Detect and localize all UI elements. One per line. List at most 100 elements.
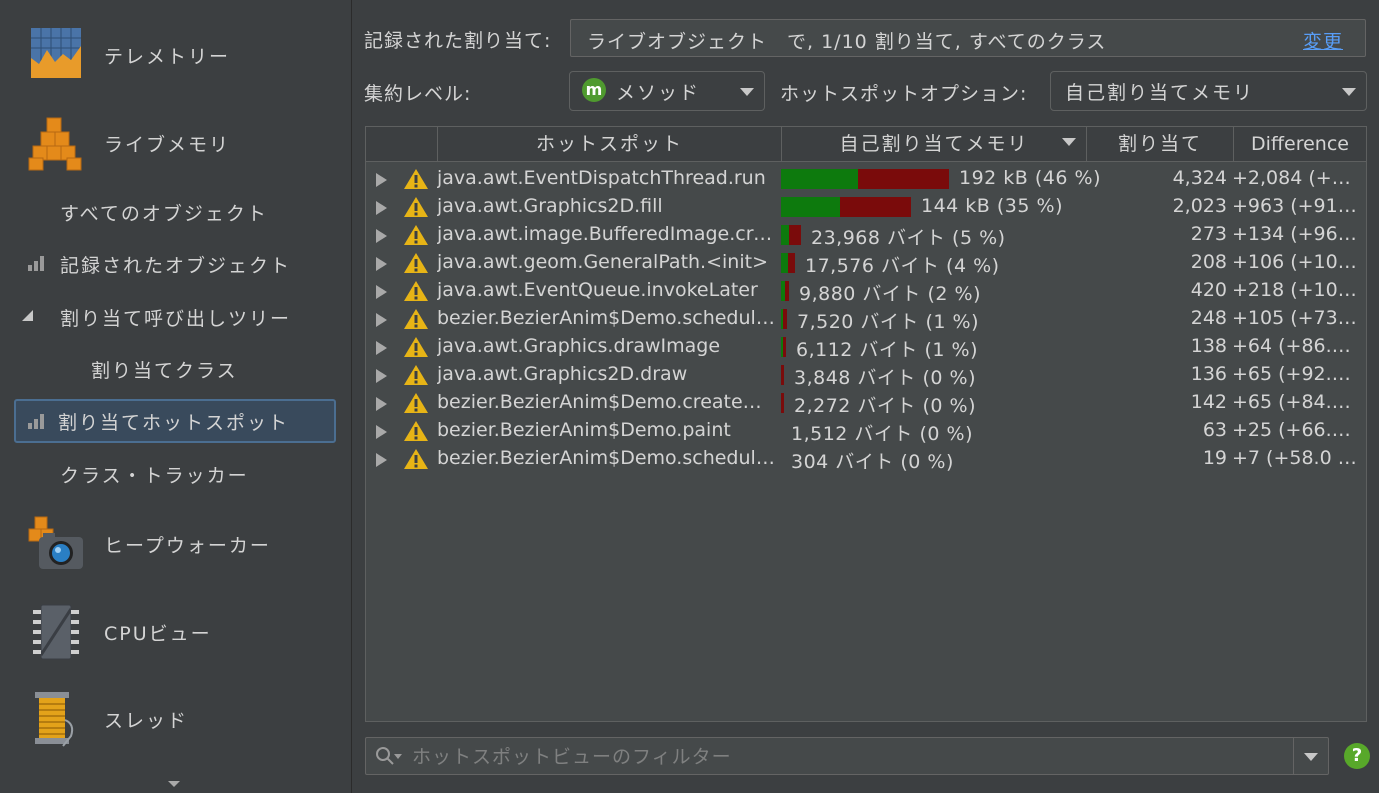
hotspot-name: bezier.BezierAnim$Demo.paint: [437, 419, 731, 441]
nav-recorded-objects-label: 記録されたオブジェクト: [60, 254, 292, 277]
expand-triangle-icon[interactable]: [376, 341, 387, 355]
nav-class-tracker[interactable]: クラス・トラッカー: [14, 452, 336, 496]
change-link[interactable]: 変更: [1303, 27, 1343, 54]
nav-all-objects-label: すべてのオブジェクト: [60, 202, 268, 225]
aggregation-label: 集約レベル:: [364, 83, 472, 105]
hotspot-name: java.awt.EventQueue.invokeLater: [437, 279, 758, 301]
nav-alloc-classes[interactable]: 割り当てクラス: [14, 347, 336, 391]
table-row[interactable]: java.awt.Graphics2D.fill 144 kB (35 %) 2,0…: [366, 193, 1366, 221]
table-row[interactable]: java.awt.image.BufferedImage.createGraph…: [366, 221, 1366, 249]
hotspot-name: java.awt.image.BufferedImage.createGraph…: [437, 223, 775, 245]
search-icon[interactable]: [375, 746, 403, 766]
nav-telemetry[interactable]: テレメトリー: [0, 26, 351, 84]
nav-threads[interactable]: スレッド: [0, 690, 351, 748]
filter-input[interactable]: [410, 742, 1284, 772]
nav-alloc-hotspots[interactable]: 割り当てホットスポット: [14, 399, 336, 443]
warning-icon: [404, 337, 428, 357]
live-memory-icon: [28, 117, 82, 171]
table-row[interactable]: bezier.BezierAnim$Demo.scheduleAnimation…: [366, 445, 1366, 473]
chevron-down-icon: [1304, 753, 1318, 761]
difference-value: +134 (+96.0 %): [1232, 223, 1362, 245]
memory-bar: [781, 309, 787, 329]
hotspot-name: java.awt.Graphics.drawImage: [437, 335, 721, 357]
sidebar-scroll-down-icon[interactable]: [168, 781, 180, 787]
difference-value: +106 (+104.0 %): [1232, 251, 1362, 273]
nav-cpu-views-label: CPUビュー: [104, 622, 212, 645]
help-icon[interactable]: ?: [1344, 743, 1370, 769]
column-header-self-alloc-memory-label: 自己割り当てメモリ: [839, 133, 1029, 155]
difference-value: +25 (+66.0 %): [1232, 419, 1362, 441]
self-alloc-memory-value: 9,880 バイト (2 %): [799, 283, 981, 305]
column-header-hotspot[interactable]: ホットスポット: [437, 127, 781, 161]
aggregation-level-value: メソッド: [616, 82, 701, 104]
expand-triangle-icon[interactable]: [376, 369, 387, 383]
column-header-allocations[interactable]: 割り当て: [1086, 127, 1233, 161]
memory-bar: [781, 393, 784, 413]
memory-bar-red: [783, 337, 786, 357]
expand-triangle-icon[interactable]: [376, 397, 387, 411]
memory-bar-green: [781, 169, 858, 189]
expanded-triangle-icon[interactable]: [20, 308, 34, 322]
nav-all-objects[interactable]: すべてのオブジェクト: [14, 190, 336, 234]
warning-icon: [404, 393, 428, 413]
hotspot-name: java.awt.EventDispatchThread.run: [437, 167, 766, 189]
table-row[interactable]: java.awt.Graphics.drawImage 6,112 バイト (1 …: [366, 333, 1366, 361]
warning-icon: [404, 365, 428, 385]
hotspot-name: java.awt.Graphics2D.fill: [437, 195, 663, 217]
self-alloc-memory-value: 304 バイト (0 %): [791, 451, 954, 473]
hotspot-name: bezier.BezierAnim$Demo.createGraphics2D: [437, 391, 775, 413]
nav-heap-walker[interactable]: ヒープウォーカー: [0, 515, 351, 573]
nav-live-memory[interactable]: ライブメモリ: [0, 114, 351, 172]
self-alloc-memory-value: 2,272 バイト (0 %): [794, 395, 976, 417]
table-row[interactable]: java.awt.EventQueue.invokeLater 9,880 バイト…: [366, 277, 1366, 305]
warning-icon: [404, 421, 428, 441]
self-alloc-memory-value: 144 kB (35 %): [921, 195, 1063, 217]
expand-triangle-icon[interactable]: [376, 453, 387, 467]
thread-spool-icon: [35, 692, 74, 747]
column-header-self-alloc-memory[interactable]: 自己割り当てメモリ: [781, 127, 1086, 161]
hotspot-option-value: 自己割り当てメモリ: [1065, 82, 1255, 104]
filter-field: [365, 737, 1329, 775]
self-alloc-memory-value: 1,512 バイト (0 %): [791, 423, 973, 445]
nav-recorded-objects[interactable]: 記録されたオブジェクト: [14, 242, 336, 286]
hotspot-name: bezier.BezierAnim$Demo.scheduleAnimation: [437, 447, 775, 469]
self-alloc-memory-value: 3,848 バイト (0 %): [794, 367, 976, 389]
table-row[interactable]: java.awt.EventDispatchThread.run 192 kB (…: [366, 165, 1366, 193]
allocations-value: 136: [1190, 363, 1227, 385]
chevron-down-icon: [740, 88, 754, 96]
allocations-value: 63: [1202, 419, 1227, 441]
table-row[interactable]: bezier.BezierAnim$Demo.paint 1,512 バイト (0…: [366, 417, 1366, 445]
expand-triangle-icon[interactable]: [376, 425, 387, 439]
hotspots-table: ホットスポット 自己割り当てメモリ 割り当て Difference java.a…: [365, 126, 1367, 722]
table-row[interactable]: bezier.BezierAnim$Demo.scheduleRepaint 7,…: [366, 305, 1366, 333]
self-alloc-memory-value: 7,520 バイト (1 %): [797, 311, 979, 333]
expand-triangle-icon[interactable]: [376, 201, 387, 215]
difference-value: +64 (+86.0 %): [1232, 335, 1362, 357]
table-row[interactable]: java.awt.Graphics2D.draw 3,848 バイト (0 %) 1…: [366, 361, 1366, 389]
allocations-value: 142: [1190, 391, 1227, 413]
hotspot-name: java.awt.Graphics2D.draw: [437, 363, 688, 385]
warning-icon: [404, 281, 428, 301]
difference-value: +2,084 (+93.0 %): [1232, 167, 1362, 189]
expand-triangle-icon[interactable]: [376, 313, 387, 327]
expand-triangle-icon[interactable]: [376, 229, 387, 243]
hotspot-option-select[interactable]: 自己割り当てメモリ: [1050, 71, 1367, 111]
table-row[interactable]: bezier.BezierAnim$Demo.createGraphics2D 2…: [366, 389, 1366, 417]
column-header-difference[interactable]: Difference: [1233, 127, 1366, 161]
method-icon: m: [582, 78, 606, 102]
table-row[interactable]: java.awt.geom.GeneralPath.<init> 17,576 バ…: [366, 249, 1366, 277]
filter-history-dropdown[interactable]: [1293, 738, 1328, 774]
allocations-value: 420: [1190, 279, 1227, 301]
nav-alloc-call-tree[interactable]: 割り当て呼び出しツリー: [14, 295, 336, 339]
difference-value: +963 (+91.0 %): [1232, 195, 1362, 217]
expand-triangle-icon[interactable]: [376, 257, 387, 271]
memory-bar-green: [781, 197, 840, 217]
memory-bar: [781, 253, 795, 273]
expand-triangle-icon[interactable]: [376, 173, 387, 187]
aggregation-level-select[interactable]: m メソッド: [569, 71, 765, 111]
expand-triangle-icon[interactable]: [376, 285, 387, 299]
allocations-value: 2,023: [1172, 195, 1227, 217]
table-header: ホットスポット 自己割り当てメモリ 割り当て Difference: [366, 127, 1366, 162]
memory-bar: [781, 337, 786, 357]
nav-cpu-views[interactable]: CPUビュー: [0, 603, 351, 661]
